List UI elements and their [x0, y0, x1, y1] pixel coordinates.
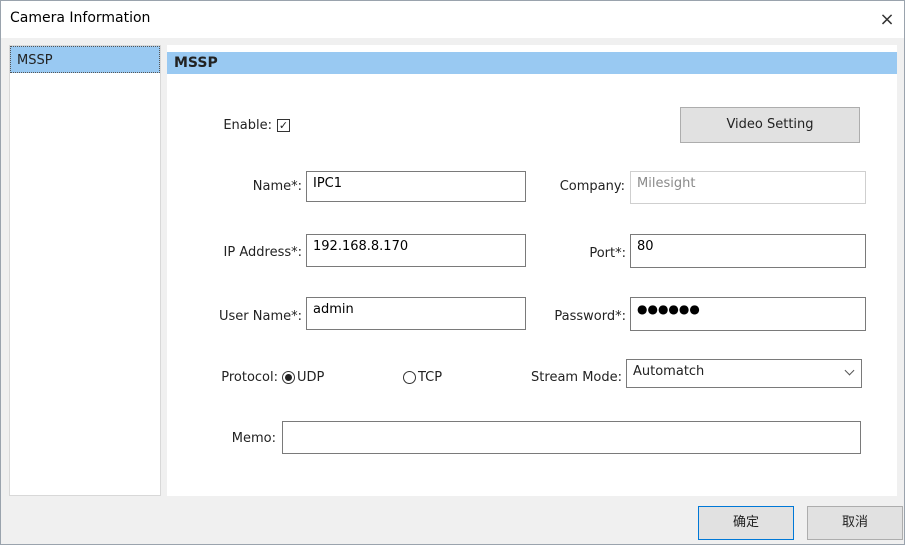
- memo-input[interactable]: [282, 421, 861, 454]
- stream-mode-label: Stream Mode:: [531, 370, 622, 385]
- chevron-down-icon: [844, 365, 855, 376]
- panel-header: MSSP: [167, 52, 897, 74]
- name-label: Name*:: [252, 179, 302, 194]
- ip-address-input[interactable]: 192.168.8.170: [306, 234, 526, 267]
- user-name-input[interactable]: admin: [306, 297, 526, 330]
- name-input[interactable]: IPC1: [306, 171, 526, 202]
- udp-label: UDP: [297, 370, 325, 385]
- company-label: Company:: [559, 179, 625, 194]
- sidebar-item-mssp[interactable]: MSSP: [10, 46, 160, 73]
- enable-label: Enable:: [223, 118, 272, 133]
- memo-label: Memo:: [231, 431, 276, 446]
- password-label: Password*:: [554, 309, 626, 324]
- port-label: Port*:: [589, 246, 626, 261]
- tcp-radio[interactable]: [403, 371, 416, 384]
- stream-mode-value: Automatch: [633, 364, 705, 379]
- cancel-button[interactable]: 取消: [807, 506, 903, 540]
- ip-address-label: IP Address*:: [223, 245, 302, 260]
- company-input: Milesight: [630, 171, 866, 204]
- video-setting-button[interactable]: Video Setting: [680, 107, 860, 143]
- stream-mode-select[interactable]: Automatch: [626, 359, 862, 388]
- ok-button[interactable]: 确定: [698, 506, 794, 540]
- password-input[interactable]: ●●●●●●: [630, 297, 866, 331]
- window-title: Camera Information: [10, 10, 151, 26]
- protocol-label: Protocol:: [221, 370, 278, 385]
- port-input[interactable]: 80: [630, 234, 866, 268]
- sidebar: [9, 45, 161, 496]
- user-name-label: User Name*:: [219, 309, 302, 324]
- enable-checkbox[interactable]: ✓: [277, 119, 290, 132]
- tcp-label: TCP: [418, 370, 443, 385]
- udp-radio[interactable]: [282, 371, 295, 384]
- close-icon[interactable]: ×: [876, 9, 898, 31]
